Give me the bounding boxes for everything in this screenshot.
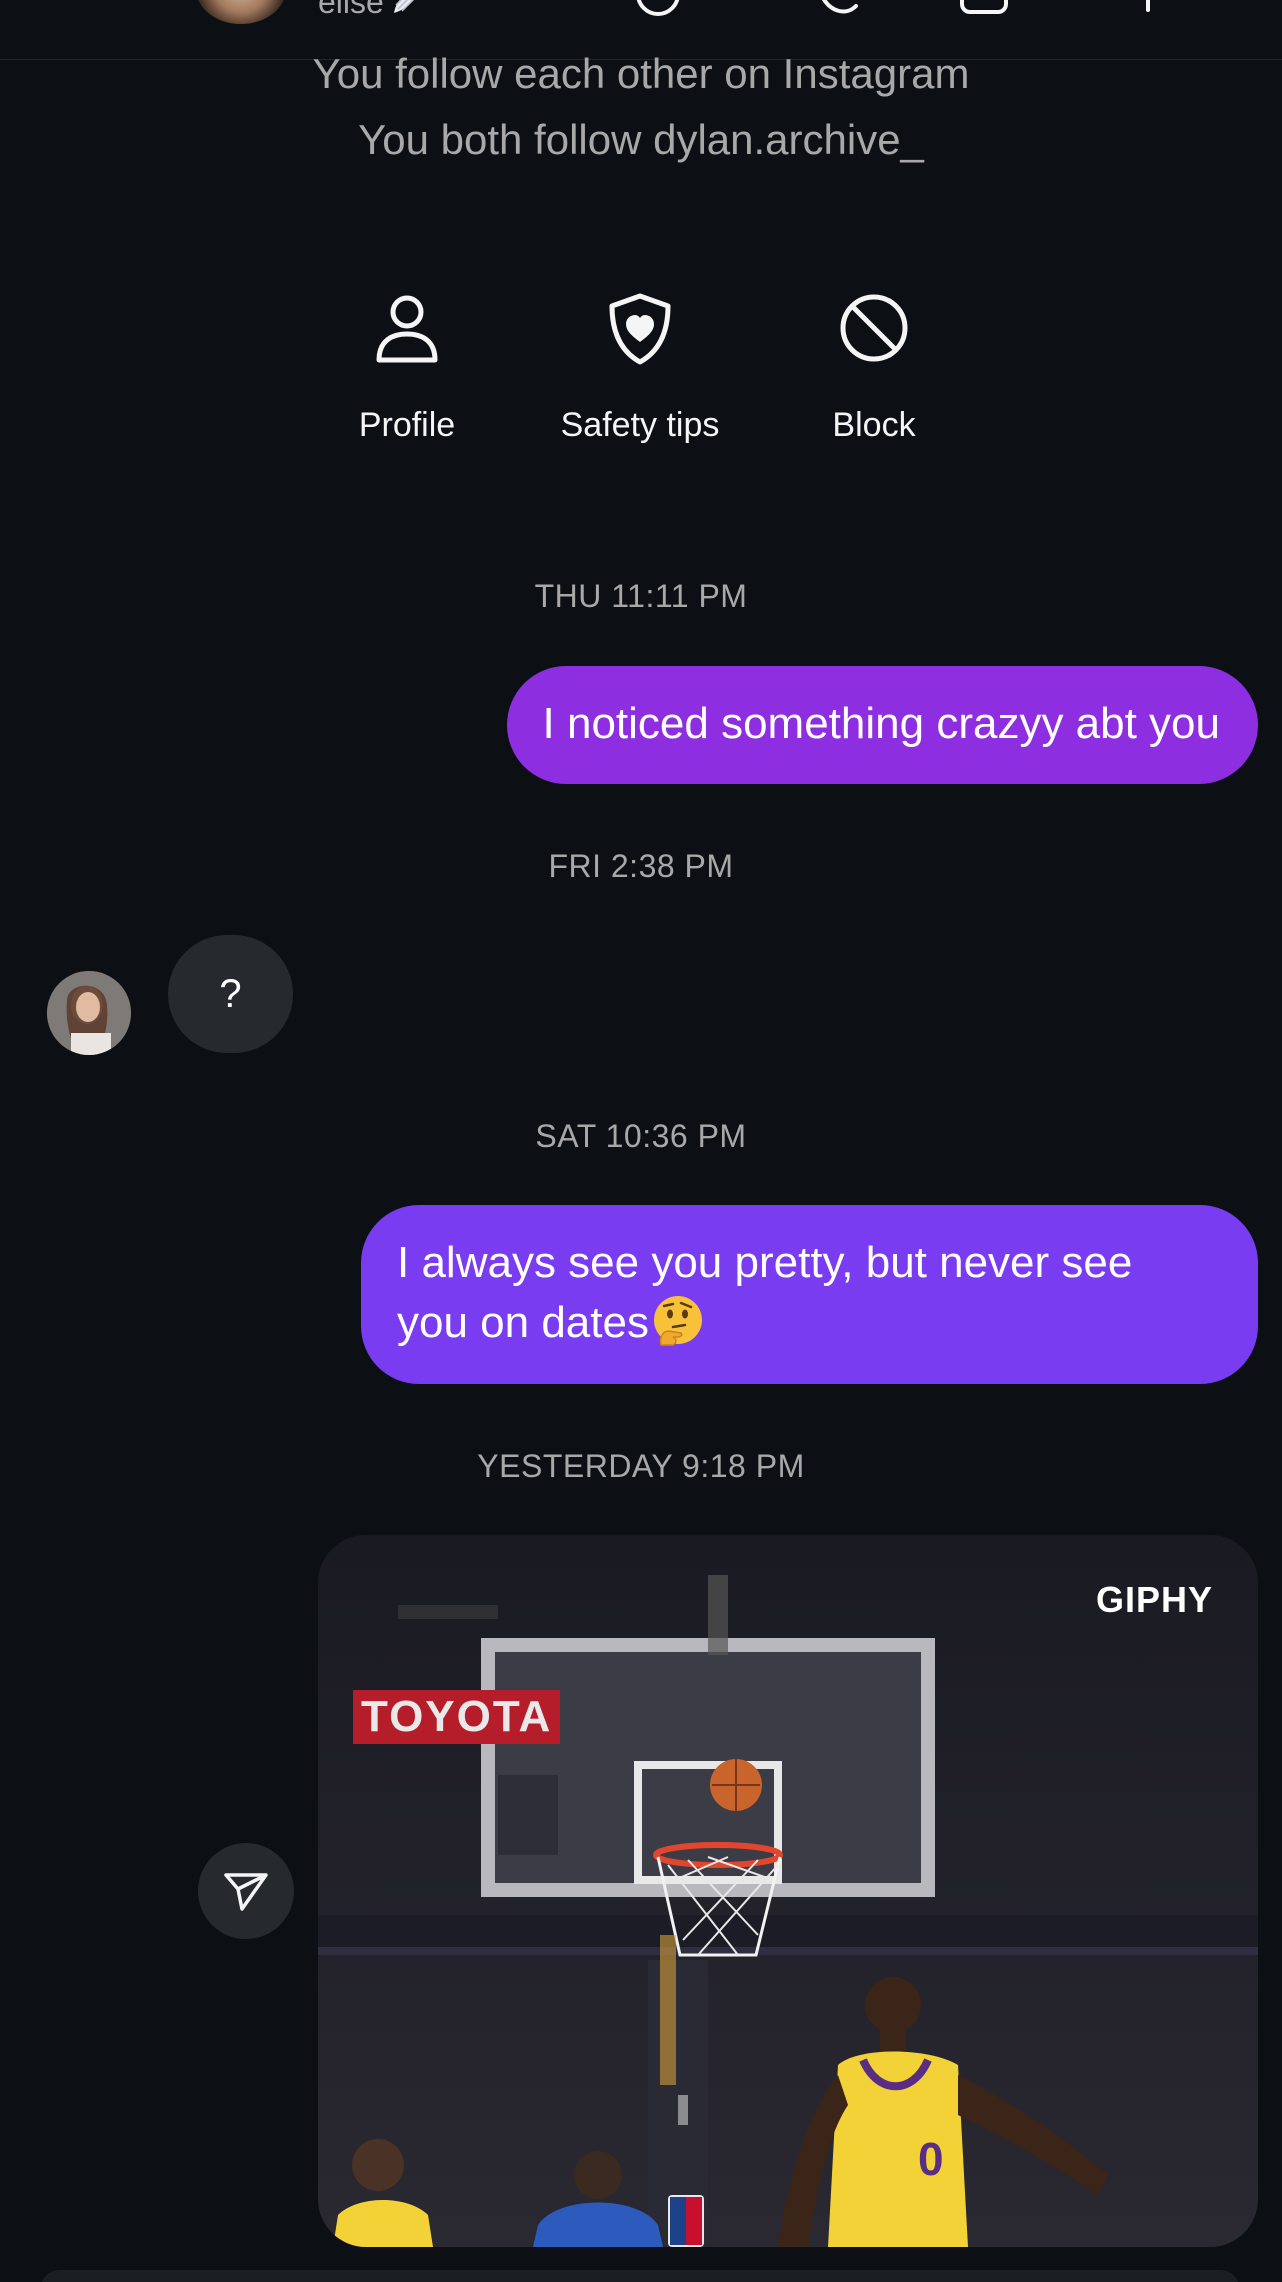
- profile-button[interactable]: Profile: [307, 290, 507, 445]
- timestamp: FRI 2:38 PM: [548, 848, 734, 884]
- timestamp: THU 11:11 PM: [534, 578, 748, 614]
- sender-avatar-photo: [47, 971, 131, 1055]
- safety-tips-label: Safety tips: [560, 406, 720, 444]
- block-icon: [840, 294, 908, 362]
- person-icon: [376, 295, 438, 363]
- header-username-text: elise: [318, 0, 384, 20]
- gif-message[interactable]: 0 TOYOTA GIPHY: [318, 1535, 1258, 2247]
- svg-text:0: 0: [918, 2133, 944, 2185]
- safety-tips-button[interactable]: Safety tips: [540, 290, 740, 445]
- message-text-line2: you on dates: [397, 1298, 649, 1347]
- incoming-message[interactable]: ?: [168, 935, 293, 1053]
- call-icon[interactable]: [630, 0, 686, 22]
- outgoing-message[interactable]: I always see you pretty, but never see y…: [361, 1205, 1258, 1384]
- more-options-icon[interactable]: [1120, 0, 1176, 22]
- timestamp: YESTERDAY 9:18 PM: [477, 1448, 805, 1484]
- thinking-face-icon: [653, 1296, 702, 1346]
- mutual-followers-text: You both follow dylan.archive_: [358, 116, 924, 163]
- video-call-icon[interactable]: [958, 0, 1014, 22]
- back-arrow-icon[interactable]: [88, 0, 128, 18]
- mutual-follow-text: You follow each other on Instagram: [312, 50, 970, 97]
- basketball-gif-image: 0: [318, 1535, 1258, 2247]
- arena-sign: TOYOTA: [353, 1690, 561, 1744]
- shield-heart-icon: [609, 293, 671, 365]
- header-username[interactable]: elise: [318, 0, 420, 21]
- outgoing-message[interactable]: I noticed something crazyy abt you: [506, 666, 1258, 784]
- send-icon: [224, 1873, 268, 1911]
- giphy-watermark: GIPHY: [1095, 1579, 1213, 1620]
- chat-screen: elise You follow each other on Instagram…: [0, 0, 1282, 2282]
- sender-avatar[interactable]: [47, 971, 131, 1055]
- block-button[interactable]: Block: [774, 290, 974, 445]
- message-text-line1: I always see you pretty, but never see: [397, 1238, 1133, 1287]
- phone-icon[interactable]: [812, 0, 868, 22]
- share-button[interactable]: [198, 1843, 294, 1939]
- timestamp: SAT 10:36 PM: [535, 1118, 747, 1154]
- block-label: Block: [832, 406, 916, 444]
- profile-label: Profile: [358, 406, 456, 444]
- shell-emoji-icon: [393, 0, 414, 13]
- message-composer[interactable]: [40, 2270, 1240, 2282]
- header-avatar[interactable]: [196, 0, 286, 24]
